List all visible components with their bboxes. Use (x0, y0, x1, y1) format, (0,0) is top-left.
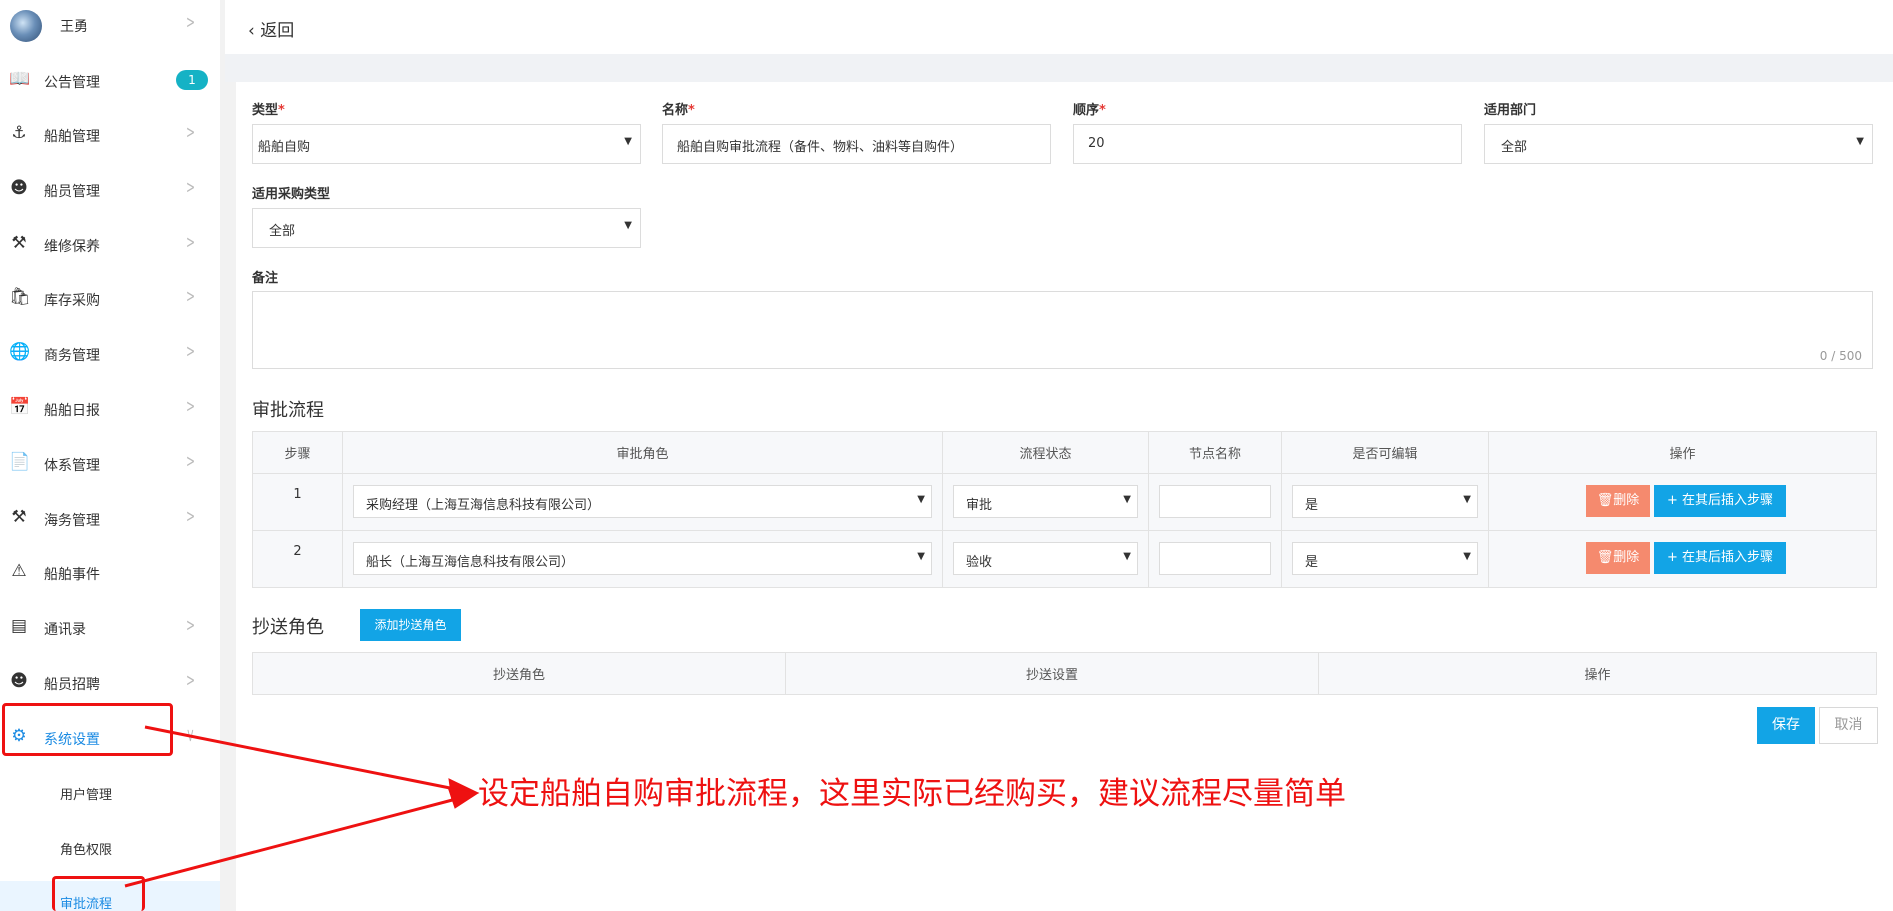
annotation-arrow (144, 725, 480, 802)
annotation-text: 设定船舶自购审批流程，这里实际已经购买，建议流程尽量简单 (478, 776, 1346, 812)
annotation-arrow (124, 786, 480, 888)
